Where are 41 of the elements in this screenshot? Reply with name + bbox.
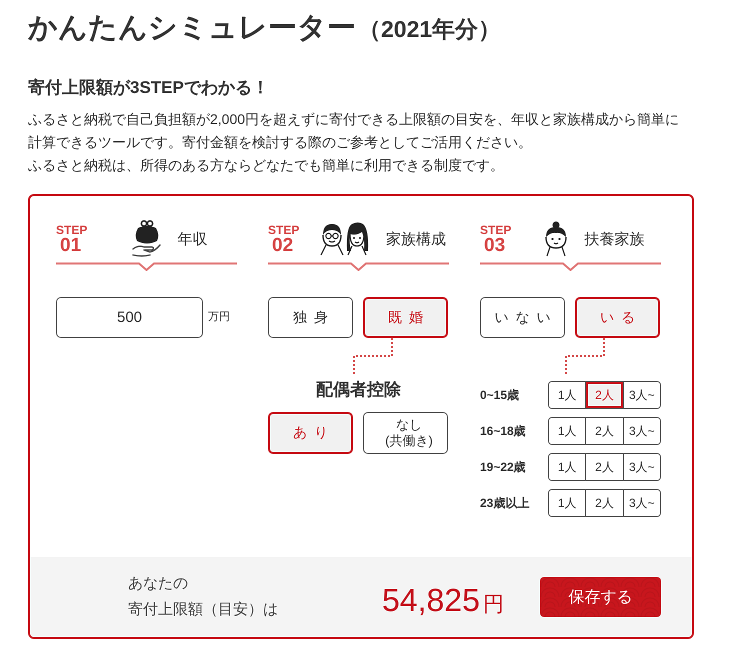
purse-on-hand-icon: [132, 219, 162, 259]
count-button[interactable]: 3人~: [622, 454, 660, 480]
count-button[interactable]: 3人~: [622, 418, 660, 444]
option-button[interactable]: 独身: [268, 297, 353, 338]
count-button[interactable]: 2人: [585, 382, 623, 408]
step-number: 03: [484, 236, 506, 254]
count-button[interactable]: 3人~: [622, 382, 660, 408]
age-label: 16~18歳: [480, 422, 527, 440]
step-label: STEP: [480, 224, 512, 236]
option-button[interactable]: いる: [575, 297, 660, 338]
step-title: 扶養家族: [584, 230, 644, 248]
option-button[interactable]: 既婚: [363, 297, 448, 338]
step-number: 02: [272, 236, 294, 254]
step-title: 年収: [178, 230, 208, 248]
save-button[interactable]: 保存する: [540, 577, 661, 617]
section-title: 配偶者控除: [316, 380, 401, 399]
age-label: 23歳以上: [480, 494, 530, 512]
age-label: 0~15歳: [480, 386, 520, 404]
intro-text: ふるさと納税は、所得のある方ならどなたでも簡単に利用できる制度です。: [28, 156, 505, 175]
subtitle: 寄付上限額が3STEPでわかる！: [28, 78, 269, 97]
step-label: STEP: [56, 224, 88, 236]
step-label: STEP: [268, 224, 300, 236]
income-field[interactable]: 500: [56, 297, 203, 338]
title-year: （2021年分）: [358, 15, 502, 44]
page-title: かんたんシミュレーター: [28, 11, 356, 46]
option-button[interactable]: あり: [268, 412, 353, 454]
unit-label: 万円: [208, 310, 230, 324]
connector-line: [352, 338, 394, 374]
child-icon: [542, 221, 568, 257]
intro-text: ふるさと納税で自己負担額が2,000円を超えずに寄付できる上限額の目安を、年収と家族構成から簡単に計算できるツールです。寄付金額を検討する際のご参考としてご活用ください。: [28, 110, 680, 152]
result-amount: 54,825: [382, 582, 480, 618]
option-button[interactable]: いない: [480, 297, 565, 338]
age-label: 19~22歳: [480, 458, 527, 476]
couple-icon: [318, 221, 370, 257]
step-title: 家族構成: [386, 230, 446, 248]
count-button[interactable]: 3人~: [622, 490, 660, 516]
currency-unit: 円: [482, 592, 504, 618]
option-button[interactable]: なし (共働き): [363, 412, 448, 454]
step-number: 01: [60, 236, 82, 254]
connector-line: [564, 338, 606, 374]
result-label: あなたの 寄付上限額（目安）は: [128, 575, 278, 618]
